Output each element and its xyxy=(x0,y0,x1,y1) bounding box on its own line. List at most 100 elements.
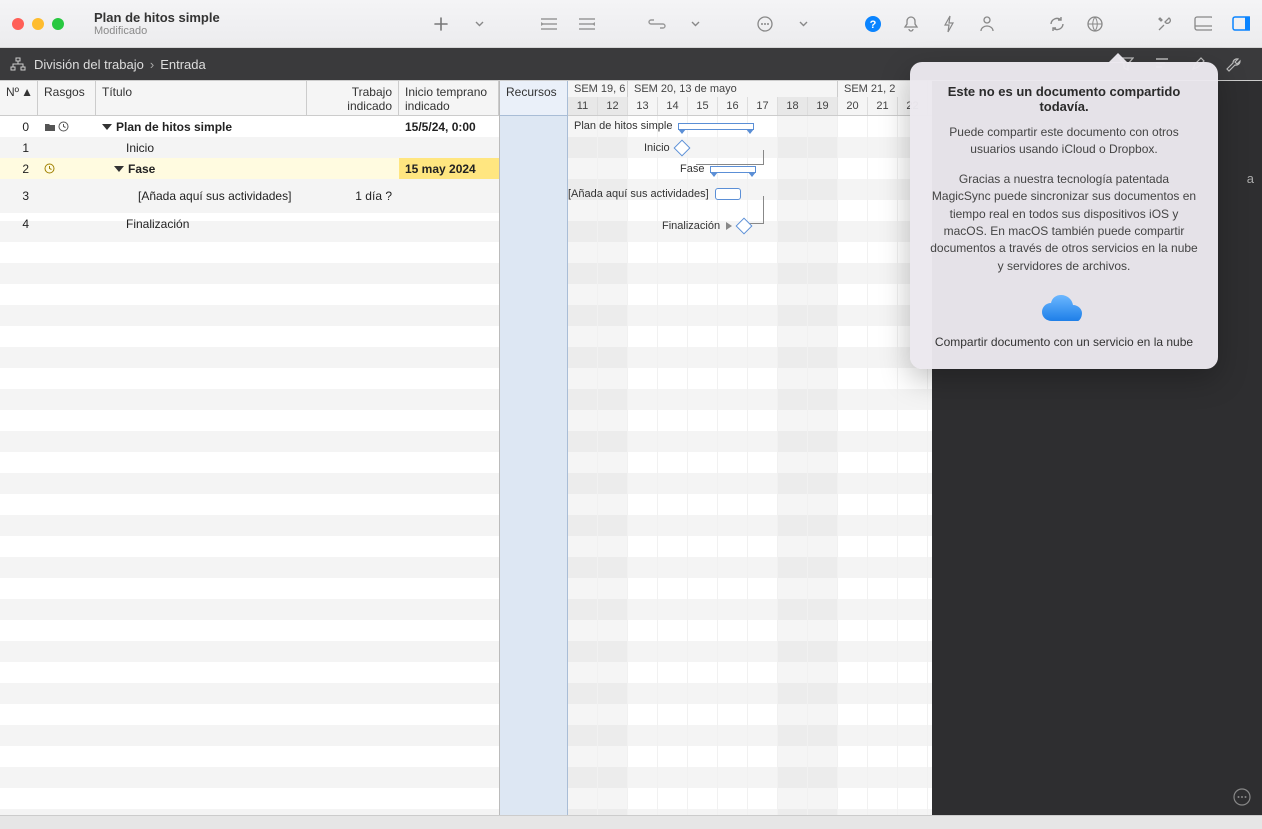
row-rasgos xyxy=(38,137,96,158)
gantt-label: Plan de hitos simple xyxy=(574,120,672,132)
indent-right-icon[interactable] xyxy=(540,15,558,33)
popover-text: Puede compartir este documento con otros… xyxy=(930,124,1198,159)
row-inicio[interactable]: 15 may 2024 xyxy=(399,158,499,179)
col-titulo[interactable]: Título xyxy=(96,81,307,115)
day-cell: 20 xyxy=(838,97,868,115)
row-trabajo xyxy=(307,116,399,137)
popover-action[interactable]: Compartir documento con un servicio en l… xyxy=(930,335,1198,349)
person-icon[interactable] xyxy=(978,15,996,33)
hierarchy-icon xyxy=(10,57,26,71)
row-num: 0 xyxy=(0,116,38,137)
gantt-label: Finalización xyxy=(662,220,720,232)
col-rasgos[interactable]: Rasgos xyxy=(38,81,96,115)
link-dropdown-icon[interactable] xyxy=(686,15,704,33)
resources-column: Recursos xyxy=(500,81,568,815)
arrow-icon xyxy=(726,222,732,230)
more-dropdown-icon[interactable] xyxy=(794,15,812,33)
col-inicio[interactable]: Inicio temprano indicado xyxy=(399,81,499,115)
gantt-milestone[interactable] xyxy=(736,218,753,235)
help-icon[interactable]: ? xyxy=(864,15,882,33)
link-icon[interactable] xyxy=(648,15,666,33)
table-header: Nº▲ Rasgos Título Trabajo indicado Inici… xyxy=(0,81,499,116)
row-title: Plan de hitos simple xyxy=(96,116,307,137)
table-row[interactable]: 1 Inicio xyxy=(0,137,499,158)
col-number[interactable]: Nº▲ xyxy=(0,81,38,115)
table-row[interactable]: 0 Plan de hitos simple 15/5/24, 0:00 xyxy=(0,116,499,137)
disclosure-triangle-icon[interactable] xyxy=(102,124,112,130)
gantt-group-bar[interactable] xyxy=(678,123,754,130)
gantt-milestone[interactable] xyxy=(673,140,690,157)
indent-left-icon[interactable] xyxy=(578,15,596,33)
gantt-timeline-header: SEM 19, 6 SEM 20, 13 de mayo SEM 21, 2 1… xyxy=(568,81,932,116)
row-rasgos xyxy=(38,179,96,213)
row-rasgos xyxy=(38,213,96,234)
share-popover: Este no es un documento compartido todav… xyxy=(910,62,1218,369)
week-label: SEM 19, 6 xyxy=(568,81,628,97)
window-controls xyxy=(12,18,64,30)
row-inicio: 15/5/24, 0:00 xyxy=(399,116,499,137)
row-num: 1 xyxy=(0,137,38,158)
row-inicio xyxy=(399,213,499,234)
gantt-label: Fase xyxy=(680,163,704,175)
day-cell: 13 xyxy=(628,97,658,115)
row-rasgos xyxy=(38,116,96,137)
more-menu-icon[interactable] xyxy=(756,15,774,33)
minimize-window-button[interactable] xyxy=(32,18,44,30)
day-cell: 17 xyxy=(748,97,778,115)
resources-header[interactable]: Recursos xyxy=(500,81,567,116)
titlebar: Plan de hitos simple Modificado ? xyxy=(0,0,1262,48)
document-title: Plan de hitos simple xyxy=(94,10,220,25)
add-dropdown-icon[interactable] xyxy=(470,15,488,33)
row-trabajo xyxy=(307,137,399,158)
toolbar: ? xyxy=(432,15,1250,33)
gantt-chart[interactable]: SEM 19, 6 SEM 20, 13 de mayo SEM 21, 2 1… xyxy=(568,81,932,815)
row-inicio xyxy=(399,179,499,213)
sort-arrow-icon: ▲ xyxy=(21,85,33,99)
col-trabajo[interactable]: Trabajo indicado xyxy=(307,81,399,115)
day-cell: 15 xyxy=(688,97,718,115)
sync-icon[interactable] xyxy=(1048,15,1066,33)
bolt-icon[interactable] xyxy=(940,15,958,33)
more-options-icon[interactable] xyxy=(1232,787,1252,807)
panel-bottom-icon[interactable] xyxy=(1194,15,1212,33)
row-trabajo: 1 día ? xyxy=(307,179,399,213)
row-num: 3 xyxy=(0,179,38,213)
panel-right-icon[interactable] xyxy=(1232,15,1250,33)
day-cell: 11 xyxy=(568,97,598,115)
breadcrumb-root[interactable]: División del trabajo xyxy=(34,57,144,72)
add-button[interactable] xyxy=(432,15,450,33)
table-row[interactable]: 2 Fase 15 may 2024 xyxy=(0,158,499,179)
zoom-window-button[interactable] xyxy=(52,18,64,30)
gantt-task-bar[interactable] xyxy=(715,188,741,200)
row-num: 2 xyxy=(0,158,38,179)
close-window-button[interactable] xyxy=(12,18,24,30)
row-title: Fase xyxy=(96,158,307,179)
day-cell: 18 xyxy=(778,97,808,115)
popover-text: Gracias a nuestra tecnología patentada M… xyxy=(930,171,1198,275)
svg-text:?: ? xyxy=(870,19,877,31)
globe-icon[interactable] xyxy=(1086,15,1104,33)
day-cell: 12 xyxy=(598,97,628,115)
disclosure-triangle-icon[interactable] xyxy=(114,166,124,172)
row-trabajo xyxy=(307,213,399,234)
row-num: 4 xyxy=(0,213,38,234)
document-subtitle: Modificado xyxy=(94,25,220,37)
table-row[interactable]: 3 [Añada aquí sus actividades] 1 día ? xyxy=(0,179,499,213)
popover-title: Este no es un documento compartido todav… xyxy=(930,84,1198,114)
day-cell: 19 xyxy=(808,97,838,115)
tools-icon[interactable] xyxy=(1156,15,1174,33)
table-row[interactable]: 4 Finalización xyxy=(0,213,499,234)
folder-icon xyxy=(44,122,56,132)
gantt-label: [Añada aquí sus actividades] xyxy=(568,188,709,200)
gantt-label: Inicio xyxy=(644,142,670,154)
day-cell: 21 xyxy=(868,97,898,115)
icloud-icon[interactable] xyxy=(930,293,1198,327)
wrench-icon[interactable] xyxy=(1226,56,1242,72)
bell-icon[interactable] xyxy=(902,15,920,33)
chevron-right-icon: › xyxy=(150,57,154,72)
gantt-group-bar[interactable] xyxy=(710,166,756,173)
row-title: Inicio xyxy=(96,137,307,158)
row-inicio xyxy=(399,137,499,158)
breadcrumb-current[interactable]: Entrada xyxy=(160,57,206,72)
row-trabajo xyxy=(307,158,399,179)
